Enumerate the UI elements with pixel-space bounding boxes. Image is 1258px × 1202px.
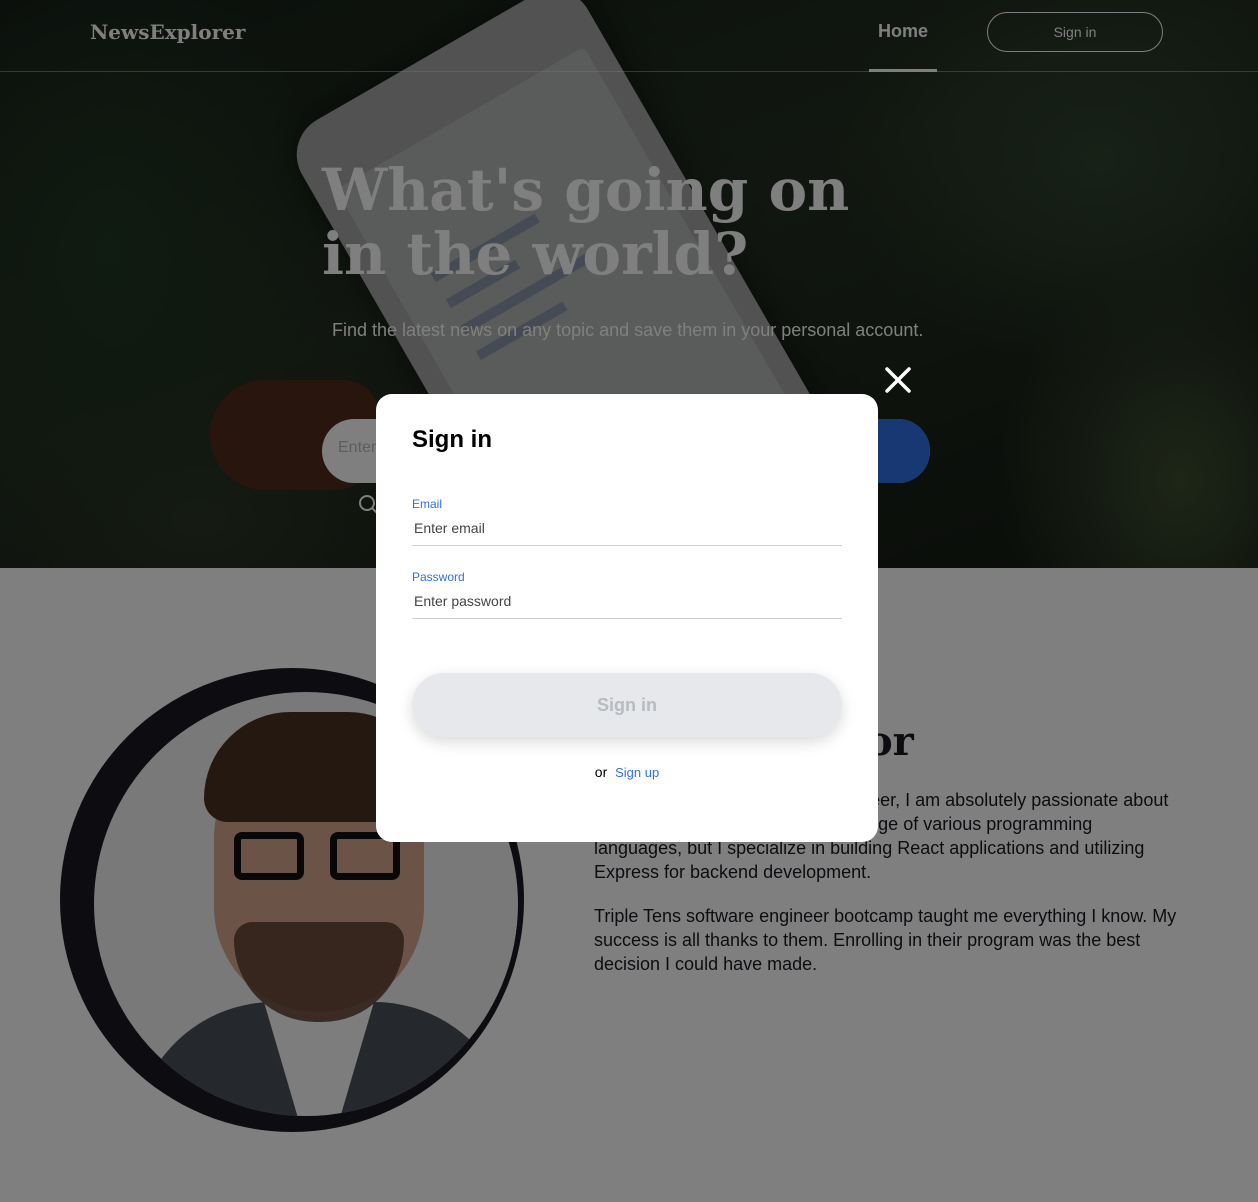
password-label: Password — [412, 570, 465, 584]
modal-title: Sign in — [412, 426, 492, 453]
email-field[interactable] — [412, 510, 842, 546]
signin-modal: Sign in Email Password Sign in or Sign u… — [376, 394, 878, 842]
close-icon — [885, 367, 911, 393]
switch-prefix: or — [594, 764, 608, 780]
signin-submit-button[interactable]: Sign in — [412, 673, 842, 737]
signup-link[interactable]: Sign up — [615, 765, 659, 780]
password-field[interactable] — [412, 583, 842, 619]
close-button[interactable] — [880, 362, 916, 398]
switch-row: or Sign up — [376, 764, 878, 780]
email-label: Email — [412, 497, 443, 511]
